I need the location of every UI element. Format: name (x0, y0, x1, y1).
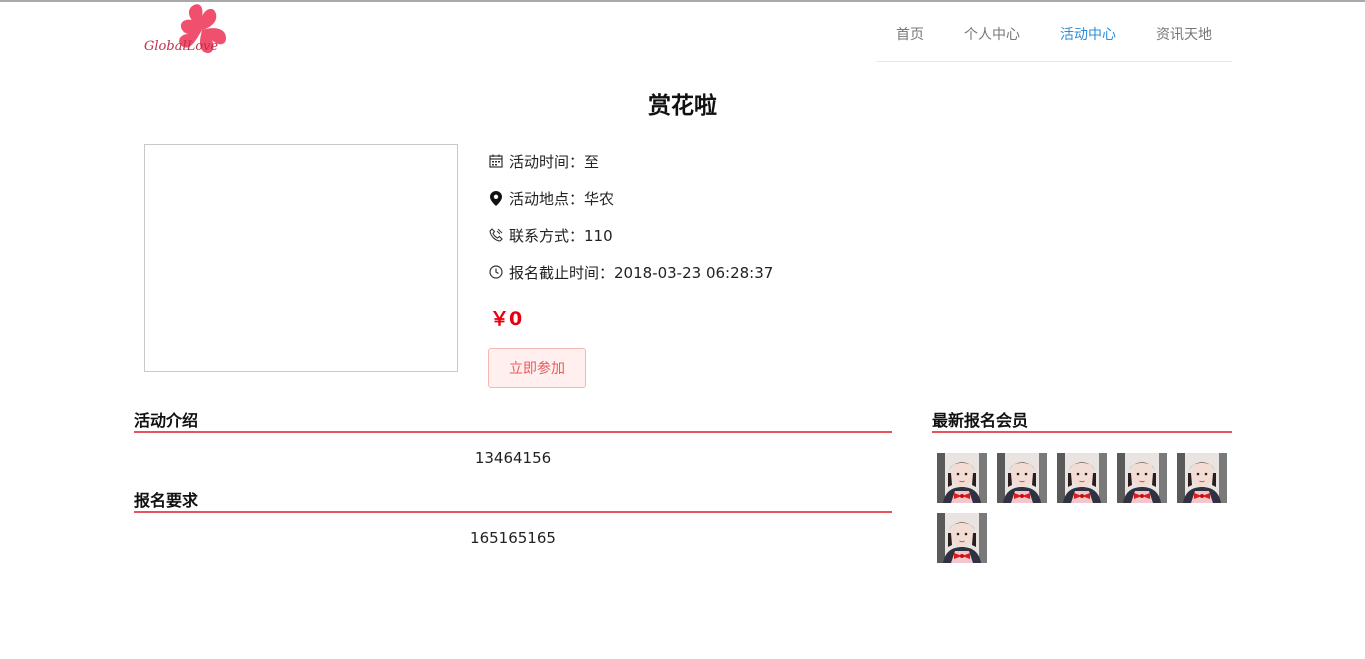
price-label: ￥0 (490, 308, 523, 330)
activity-place-text: 活动地点：华农 (509, 189, 615, 208)
intro-section-title: 活动介绍 (134, 411, 199, 430)
requirements-section-body: 165165165 (470, 529, 556, 547)
clock-icon (488, 264, 504, 280)
map-pin-icon (488, 190, 504, 206)
nav-news[interactable]: 资讯天地 (1156, 24, 1212, 44)
nav-personal-center[interactable]: 个人中心 (964, 24, 1020, 44)
page-title: 赏花啦 (648, 93, 717, 119)
nav-home[interactable]: 首页 (896, 24, 924, 44)
nav-activity-center[interactable]: 活动中心 (1060, 24, 1116, 44)
member-avatar[interactable] (1057, 453, 1107, 503)
intro-section-body: 13464156 (474, 449, 552, 467)
member-avatar[interactable] (1177, 453, 1227, 503)
members-section-title: 最新报名会员 (932, 411, 1029, 430)
member-avatar[interactable] (1117, 453, 1167, 503)
intro-divider (134, 431, 892, 433)
svg-text:GlobalLove: GlobalLove (144, 39, 218, 54)
phone-icon (488, 227, 504, 243)
contact-text: 联系方式：110 (509, 226, 613, 245)
requirements-divider (134, 511, 892, 513)
deadline-row: 报名截止时间：2018-03-23 06:28:37 (488, 262, 773, 282)
activity-place-row: 活动地点：华农 (488, 188, 614, 208)
activity-poster-image (144, 144, 458, 372)
requirements-section-title: 报名要求 (134, 491, 199, 510)
member-avatar[interactable] (937, 513, 987, 563)
member-avatar[interactable] (937, 453, 987, 503)
deadline-text: 报名截止时间：2018-03-23 06:28:37 (509, 263, 774, 282)
clover-logo-icon: GlobalLove (144, 4, 226, 54)
activity-time-text: 活动时间：至 (509, 152, 600, 171)
main-nav: 首页 个人中心 活动中心 资讯天地 (876, 2, 1232, 62)
calendar-icon (488, 153, 504, 169)
member-avatar[interactable] (997, 453, 1047, 503)
site-logo[interactable]: GlobalLove (142, 2, 242, 60)
contact-row: 联系方式：110 (488, 225, 613, 245)
join-now-button[interactable]: 立即参加 (488, 348, 586, 388)
activity-time-row: 活动时间：至 (488, 151, 599, 171)
members-divider (932, 431, 1232, 433)
